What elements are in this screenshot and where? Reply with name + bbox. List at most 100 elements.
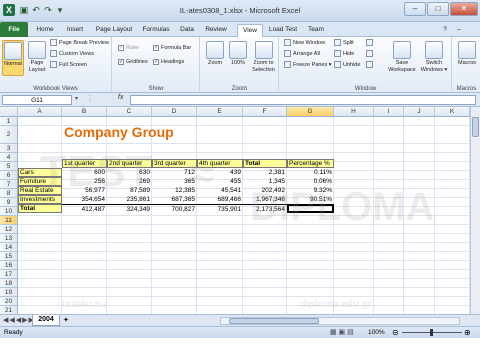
- tab-file[interactable]: File: [0, 22, 28, 37]
- column-header[interactable]: B: [62, 107, 107, 117]
- tab-team[interactable]: Team: [304, 24, 328, 37]
- column-header[interactable]: F: [243, 107, 287, 117]
- row-label-cell[interactable]: Investments: [18, 195, 62, 204]
- gridlines-checkbox[interactable]: ✓ Gridlines: [118, 58, 148, 67]
- row-header[interactable]: 5: [0, 162, 18, 171]
- zoom-in-icon[interactable]: ⊕: [464, 328, 471, 337]
- value-cell[interactable]: 56,977: [62, 186, 107, 195]
- tab-home[interactable]: Home: [32, 24, 58, 37]
- formula-input[interactable]: [130, 95, 476, 105]
- value-cell[interactable]: 354,654: [62, 195, 107, 204]
- value-cell[interactable]: 455: [197, 177, 243, 186]
- value-cell[interactable]: 256: [62, 177, 107, 186]
- row-header[interactable]: 3: [0, 144, 18, 153]
- value-cell[interactable]: 235,861: [107, 195, 152, 204]
- value-cell[interactable]: 439: [197, 168, 243, 177]
- save-workspace-button[interactable]: Save Workspace: [386, 41, 418, 73]
- tab-load-test[interactable]: Load Test: [266, 24, 300, 37]
- row-label-cell[interactable]: Cars: [18, 168, 62, 177]
- tab-data[interactable]: Data: [176, 24, 198, 37]
- sheet-tab-2004[interactable]: 2004: [32, 315, 60, 326]
- value-cell[interactable]: 365: [152, 177, 197, 186]
- row-header[interactable]: 12: [0, 225, 18, 234]
- value-cell[interactable]: 2,173,564: [243, 204, 287, 213]
- freeze-panes-button[interactable]: Freeze Panes ▾: [284, 61, 332, 70]
- row-header[interactable]: 2: [0, 126, 18, 144]
- insert-sheet-icon[interactable]: ✦: [63, 316, 69, 324]
- insert-function-icon[interactable]: fx: [118, 94, 123, 101]
- row-header[interactable]: 17: [0, 270, 18, 279]
- formula-bar-checkbox[interactable]: ✓ Formula Bar: [153, 44, 191, 53]
- row-header[interactable]: 21: [0, 306, 18, 314]
- horizontal-scroll-thumb[interactable]: [229, 318, 319, 324]
- row-header[interactable]: 20: [0, 297, 18, 306]
- column-header[interactable]: K: [435, 107, 470, 117]
- value-cell[interactable]: 1,967,346: [243, 195, 287, 204]
- sync-scroll-icon[interactable]: [366, 50, 375, 59]
- row-header[interactable]: 11: [0, 216, 18, 225]
- vertical-scrollbar[interactable]: [470, 107, 480, 314]
- value-cell[interactable]: 600: [62, 168, 107, 177]
- new-window-button[interactable]: New Window: [284, 39, 325, 48]
- zoom-out-icon[interactable]: ⊝: [392, 328, 399, 337]
- normal-view-button[interactable]: Normal: [2, 40, 24, 76]
- header-cell[interactable]: 3rd quarter: [152, 159, 197, 168]
- value-cell[interactable]: 9.32%: [287, 186, 334, 195]
- row-header[interactable]: 13: [0, 234, 18, 243]
- full-screen-button[interactable]: Full Screen: [50, 61, 87, 70]
- column-header[interactable]: E: [197, 107, 243, 117]
- value-cell[interactable]: 324,349: [107, 204, 152, 213]
- row-header[interactable]: 9: [0, 198, 18, 207]
- value-cell[interactable]: 45,541: [197, 186, 243, 195]
- row-label-cell[interactable]: Real Estate: [18, 186, 62, 195]
- tab-insert[interactable]: Insert: [62, 24, 88, 37]
- page-break-preview-button[interactable]: Page Break Preview: [50, 39, 109, 48]
- header-cell[interactable]: 4th quarter: [197, 159, 243, 168]
- row-header[interactable]: 10: [0, 207, 18, 216]
- row-label-cell[interactable]: Total: [18, 204, 62, 213]
- value-cell[interactable]: 735,901: [197, 204, 243, 213]
- reset-position-icon[interactable]: [366, 61, 375, 70]
- value-cell[interactable]: 689,466: [197, 195, 243, 204]
- column-header[interactable]: A: [18, 107, 62, 117]
- value-cell[interactable]: 0.06%: [287, 177, 334, 186]
- macros-button[interactable]: Macros: [455, 41, 479, 67]
- header-cell[interactable]: 1st quarter: [62, 159, 107, 168]
- row-header[interactable]: 8: [0, 189, 18, 198]
- active-cell-selection[interactable]: [287, 204, 334, 213]
- select-all-button[interactable]: [0, 107, 18, 117]
- value-cell[interactable]: 2,381: [243, 168, 287, 177]
- zoom-level[interactable]: 100%: [368, 329, 385, 336]
- value-cell[interactable]: 87,589: [107, 186, 152, 195]
- page-layout-view-button[interactable]: Page Layout: [26, 41, 48, 73]
- row-header[interactable]: 14: [0, 243, 18, 252]
- column-header[interactable]: H: [334, 107, 374, 117]
- maximize-icon[interactable]: □: [427, 2, 449, 16]
- ruler-checkbox[interactable]: ✓ Ruler: [118, 44, 139, 53]
- hide-button[interactable]: Hide: [334, 50, 354, 59]
- column-header[interactable]: I: [374, 107, 404, 117]
- tab-formulas[interactable]: Formulas: [140, 24, 172, 37]
- headings-checkbox[interactable]: ✓ Headings: [153, 58, 184, 67]
- value-cell[interactable]: 700,827: [152, 204, 197, 213]
- row-header[interactable]: 4: [0, 153, 18, 162]
- view-mode-icons[interactable]: ▦ ▣ ▤: [330, 328, 354, 336]
- view-side-by-side-icon[interactable]: [366, 39, 375, 48]
- row-header[interactable]: 7: [0, 180, 18, 189]
- help-icon[interactable]: ?: [440, 24, 450, 37]
- value-cell[interactable]: 12,385: [152, 186, 197, 195]
- split-button[interactable]: Split: [334, 39, 354, 48]
- header-cell[interactable]: Total: [243, 159, 287, 168]
- row-header[interactable]: 15: [0, 252, 18, 261]
- row-header[interactable]: 18: [0, 279, 18, 288]
- value-cell[interactable]: 687,365: [152, 195, 197, 204]
- tab-review[interactable]: Review: [202, 24, 230, 37]
- value-cell[interactable]: 712: [152, 168, 197, 177]
- arrange-all-button[interactable]: Arrange All: [284, 50, 320, 59]
- row-header[interactable]: 1: [0, 117, 18, 126]
- minimize-icon[interactable]: –: [404, 2, 426, 16]
- worksheet-grid[interactable]: A B C D E F G H I J K 1 2 3 4 5 6 7 8 9 10 11 12 13 1…: [0, 107, 470, 314]
- column-header[interactable]: J: [404, 107, 435, 117]
- zoom-button[interactable]: Zoom: [204, 41, 226, 67]
- value-cell[interactable]: 630: [107, 168, 152, 177]
